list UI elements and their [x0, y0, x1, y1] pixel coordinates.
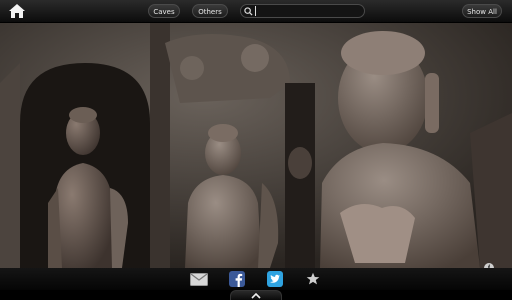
search-input[interactable] [255, 6, 364, 16]
email-share-button[interactable] [189, 270, 209, 288]
twitter-icon [267, 271, 283, 287]
cave-sculpture-photo: i [0, 23, 512, 268]
star-icon [306, 272, 320, 285]
top-toolbar: Caves Others Show All [0, 0, 512, 23]
home-button[interactable] [6, 2, 28, 20]
favorite-button[interactable] [303, 270, 323, 288]
twitter-share-button[interactable] [265, 270, 285, 288]
home-icon [9, 4, 25, 18]
tab-caves[interactable]: Caves [148, 4, 180, 18]
search-box [240, 4, 365, 18]
facebook-icon [229, 271, 245, 287]
email-icon [190, 272, 208, 286]
chevron-up-icon [251, 292, 261, 299]
bottom-toolbar [0, 268, 512, 290]
facebook-share-button[interactable] [227, 270, 247, 288]
tab-others[interactable]: Others [192, 4, 228, 18]
search-icon [241, 5, 255, 17]
show-all-button[interactable]: Show All [462, 4, 502, 18]
expand-panel-handle[interactable] [230, 290, 282, 300]
